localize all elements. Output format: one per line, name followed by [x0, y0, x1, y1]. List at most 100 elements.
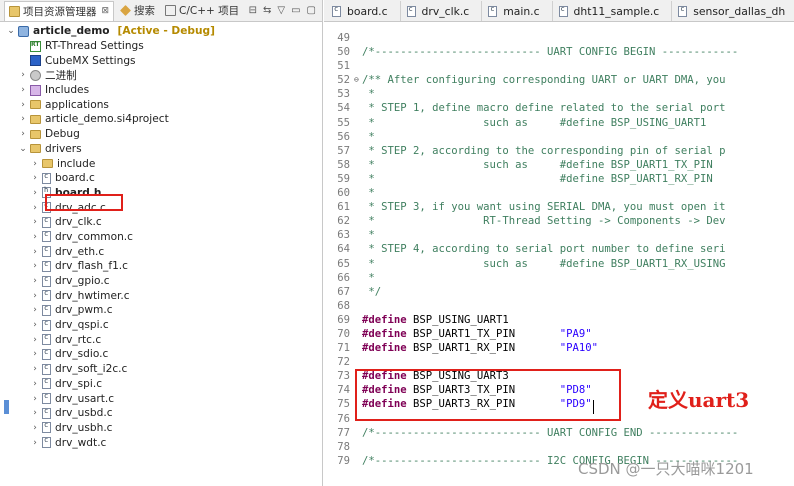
tree-item[interactable]: › drv_usbd.c [0, 406, 322, 421]
tree-item-label: drv_soft_i2c.c [55, 363, 128, 376]
tree-item[interactable]: › drv_clk.c [0, 215, 322, 230]
source-file-icon [42, 319, 51, 331]
tree-item-label: drv_hwtimer.c [55, 289, 130, 302]
collapsed-chevron-icon[interactable]: › [30, 217, 40, 227]
close-icon[interactable]: ⊠ [102, 6, 110, 16]
source-file-icon [42, 348, 51, 360]
tree-item[interactable]: › drv_hwtimer.c [0, 288, 322, 303]
editor-tab[interactable]: board.c [326, 1, 401, 21]
tree-item[interactable]: › drv_rtc.c [0, 332, 322, 347]
cubemx-icon [30, 55, 41, 67]
collapsed-chevron-icon[interactable]: › [18, 114, 28, 124]
collapsed-chevron-icon[interactable]: › [30, 394, 40, 404]
collapsed-chevron-icon[interactable]: › [30, 423, 40, 433]
collapsed-chevron-icon[interactable]: › [30, 276, 40, 286]
collapsed-chevron-icon[interactable]: › [30, 203, 40, 213]
toolbar-button-icon[interactable]: ▢ [307, 5, 316, 16]
folder-icon [30, 129, 41, 139]
tree-item[interactable]: › drv_soft_i2c.c [0, 362, 322, 377]
toolbar-button-icon[interactable]: ⇆ [263, 5, 271, 16]
collapsed-chevron-icon[interactable]: › [18, 129, 28, 139]
tree-item[interactable]: › drv_usbh.c [0, 421, 322, 436]
gutter [354, 440, 362, 454]
source-file-icon [42, 392, 51, 405]
tree-item[interactable]: › drv_wdt.c [0, 435, 322, 450]
collapsed-chevron-icon[interactable]: › [30, 159, 40, 169]
tree-item[interactable]: › board.c [0, 171, 322, 186]
source-file-icon [42, 377, 51, 390]
tree-item[interactable]: › drv_pwm.c [0, 303, 322, 318]
tab-project-explorer[interactable]: 项目资源管理器 ⊠ [4, 0, 115, 21]
tree-item-label: CubeMX Settings [45, 54, 136, 67]
collapsed-chevron-icon[interactable]: › [30, 379, 40, 389]
collapsed-chevron-icon[interactable]: › [30, 320, 40, 330]
editor-tab[interactable]: sensor_dallas_dh [672, 1, 794, 21]
toolbar-button-icon[interactable]: ⊟ [249, 5, 257, 16]
toolbar-button-icon[interactable]: ▽ [277, 5, 285, 16]
tab-cpp-projects[interactable]: C/C++ 项目 [161, 1, 243, 21]
tree-item[interactable]: › drv_common.c [0, 230, 322, 245]
source-file-icon [42, 436, 51, 449]
collapsed-chevron-icon[interactable]: › [30, 188, 40, 198]
fold-toggle-icon[interactable]: ⊖ [354, 73, 362, 87]
tree-item-label: drv_usart.c [55, 392, 115, 405]
collapsed-chevron-icon[interactable]: › [30, 291, 40, 301]
tree-item[interactable]: › drv_gpio.c [0, 274, 322, 289]
line-number: 50 [337, 46, 350, 59]
c-file-icon [406, 5, 416, 17]
tree-item[interactable]: ⌄ article_demo [Active - Debug] [0, 24, 322, 39]
tab-label: 搜索 [134, 5, 156, 17]
editor-tab-label: main.c [503, 4, 540, 18]
collapsed-chevron-icon[interactable]: › [30, 349, 40, 359]
editor-tab-label: board.c [347, 4, 388, 18]
expanded-chevron-icon[interactable]: ⌄ [6, 26, 16, 36]
editor-tab[interactable]: drv_clk.c [401, 1, 483, 21]
collapsed-chevron-icon[interactable]: › [30, 335, 40, 345]
tree-item[interactable]: › include [0, 156, 322, 171]
tree-item[interactable]: › drv_flash_f1.c [0, 259, 322, 274]
tree-item[interactable]: › applications [0, 97, 322, 112]
current-line-marker [4, 400, 9, 414]
gutter [354, 271, 362, 285]
collapsed-chevron-icon[interactable]: › [30, 232, 40, 242]
tree-item[interactable]: › drv_qspi.c [0, 318, 322, 333]
collapsed-chevron-icon[interactable]: › [30, 408, 40, 418]
line-number: 79 [337, 454, 350, 467]
editor-tab[interactable]: main.c [482, 1, 553, 21]
collapsed-chevron-icon[interactable]: › [30, 438, 40, 448]
collapsed-chevron-icon[interactable]: › [18, 100, 28, 110]
tree-item[interactable]: CubeMX Settings [0, 53, 322, 68]
gutter [354, 116, 362, 130]
tree-item[interactable]: › Includes [0, 83, 322, 98]
tree-item[interactable]: › Debug [0, 127, 322, 142]
gutter [354, 257, 362, 271]
collapsed-chevron-icon[interactable]: › [30, 305, 40, 315]
source-file-icon [42, 260, 51, 272]
collapsed-chevron-icon[interactable]: › [18, 85, 28, 95]
code-line: 58 * such as #define BSP_UART1_TX_PIN [324, 158, 794, 172]
source-file-icon [42, 275, 51, 287]
expanded-chevron-icon[interactable]: ⌄ [18, 144, 28, 154]
collapsed-chevron-icon[interactable]: › [18, 70, 28, 80]
tree-item[interactable]: › drv_usart.c [0, 391, 322, 406]
collapsed-chevron-icon[interactable]: › [30, 173, 40, 183]
tree-item[interactable]: ⌄ drivers [0, 142, 322, 157]
tree-item[interactable]: › drv_spi.c [0, 377, 322, 392]
tree-item[interactable]: › drv_sdio.c [0, 347, 322, 362]
collapsed-chevron-icon[interactable]: › [30, 261, 40, 271]
tree-item[interactable]: › 二进制 [0, 68, 322, 83]
code-token: "PA10" [559, 342, 599, 355]
editor-tab[interactable]: dht11_sample.c [553, 1, 673, 21]
tree-item[interactable]: › article_demo.si4project [0, 112, 322, 127]
tab-search[interactable]: 搜索 [116, 1, 159, 21]
tree-item[interactable]: RT-Thread Settings [0, 39, 322, 54]
search-icon [120, 5, 131, 16]
collapsed-chevron-icon[interactable]: › [30, 247, 40, 257]
tree-item[interactable]: › drv_eth.c [0, 244, 322, 259]
toolbar-button-icon[interactable]: ▭ [291, 5, 300, 16]
collapsed-chevron-icon[interactable]: › [30, 364, 40, 374]
code-line: 50 /*-------------------------- UART CONF… [324, 45, 794, 59]
gutter [354, 45, 362, 59]
line-number: 53 [337, 88, 350, 101]
tree-item-label: include [57, 157, 96, 170]
